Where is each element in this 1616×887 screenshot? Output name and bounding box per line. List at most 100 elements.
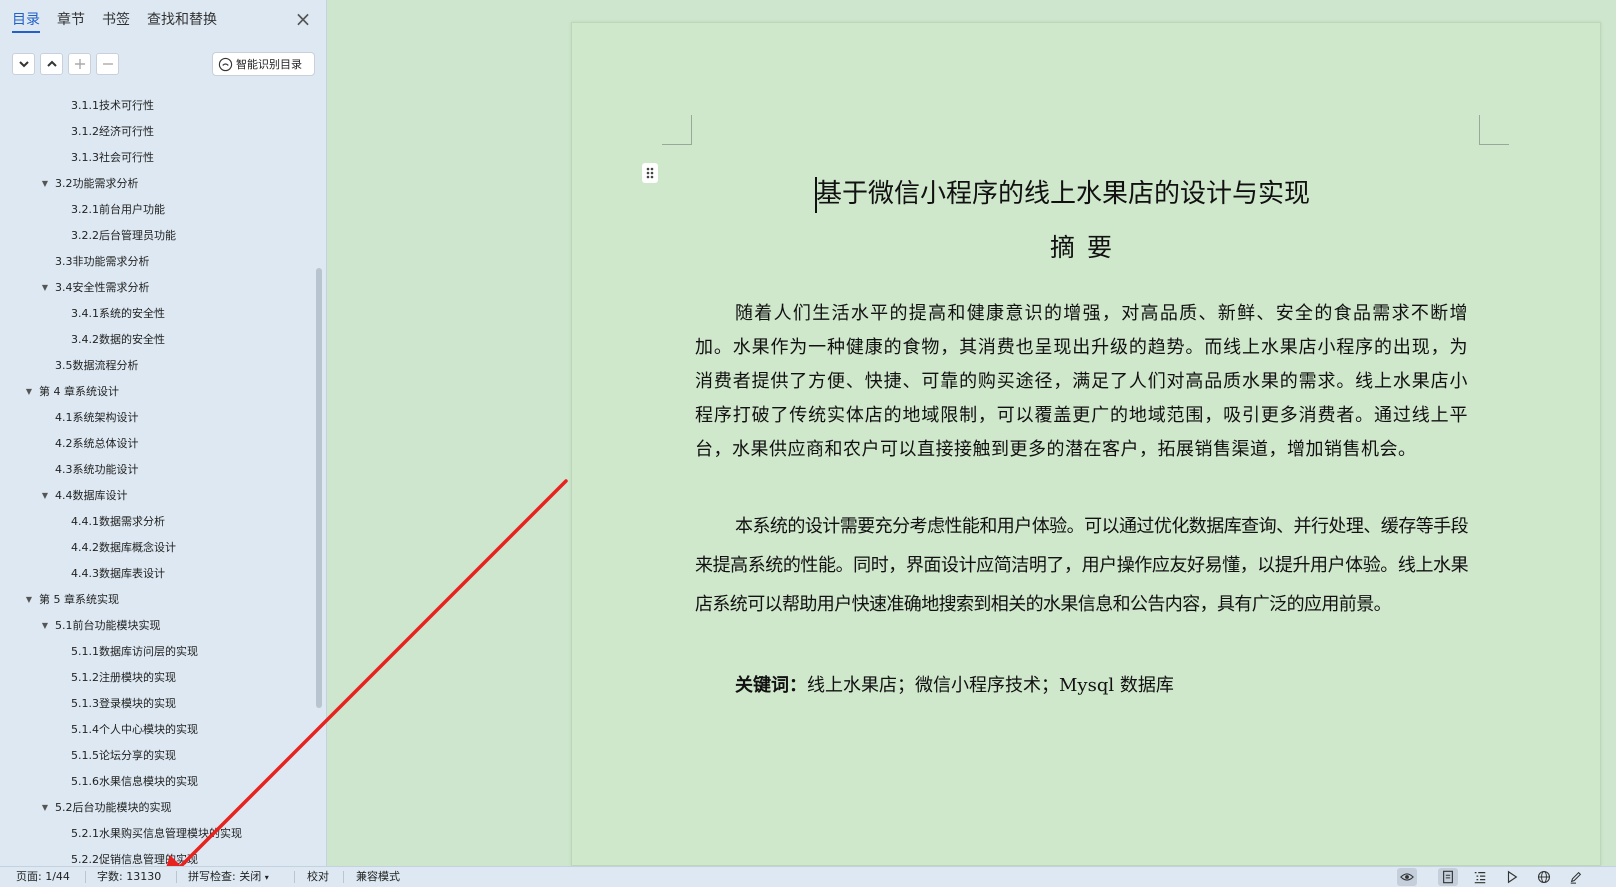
expand-caret-icon[interactable]: ▼ <box>40 483 50 509</box>
toc-item[interactable]: 3.1.1技术可行性 <box>0 93 316 119</box>
toc-item-label: 5.1.4个人中心模块的实现 <box>71 723 198 736</box>
toc-item[interactable]: 3.1.3社会可行性 <box>0 145 316 171</box>
expand-caret-icon[interactable]: ▼ <box>40 613 50 639</box>
toc-item-label: 4.4.2数据库概念设计 <box>71 541 176 554</box>
tab-sections[interactable]: 章节 <box>57 10 85 33</box>
toc-list: 3.1.1技术可行性 3.1.2经济可行性 3.1.3社会可行性 ▼ 3.2功能需求分析… <box>0 93 316 873</box>
toc-item-label: 4.1系统架构设计 <box>55 411 139 424</box>
toc-item[interactable]: 5.1.3登录模块的实现 <box>0 691 316 717</box>
toc-item-label: 5.1.1数据库访问层的实现 <box>71 645 198 658</box>
toc-item-label: 5.2.1水果购买信息管理模块的实现 <box>71 827 242 840</box>
proofread-button[interactable]: 校对 <box>307 867 329 887</box>
navigation-pane: 目录 章节 书签 查找和替换 × 智能识别目录 3.1.1技术可行性 3.1.2经… <box>0 0 327 866</box>
toc-item[interactable]: ▼ 5.1前台功能模块实现 <box>0 613 316 639</box>
margin-corner-top-right <box>1479 115 1509 145</box>
toc-item[interactable]: 4.1系统架构设计 <box>0 405 316 431</box>
toc-item-label: 3.5数据流程分析 <box>55 359 139 372</box>
toc-toolbar <box>12 53 124 75</box>
toc-item[interactable]: ▼ 4.4数据库设计 <box>0 483 316 509</box>
toc-item-label: 3.4安全性需求分析 <box>55 281 150 294</box>
toc-item[interactable]: 5.1.5论坛分享的实现 <box>0 743 316 769</box>
plus-icon <box>74 59 85 69</box>
toc-item[interactable]: 3.1.2经济可行性 <box>0 119 316 145</box>
expand-caret-icon[interactable]: ▼ <box>24 587 34 613</box>
toc-item[interactable]: 4.4.2数据库概念设计 <box>0 535 316 561</box>
document-title[interactable]: 基于微信小程序的线上水果店的设计与实现 <box>816 174 1336 214</box>
page-indicator[interactable]: 页面: 1/44 <box>16 867 70 887</box>
toc-item[interactable]: ▼ 第 4 章系统设计 <box>0 379 316 405</box>
toc-item-label: 3.1.1技术可行性 <box>71 99 154 112</box>
toc-item[interactable]: 5.1.4个人中心模块的实现 <box>0 717 316 743</box>
toc-item-label: 3.1.3社会可行性 <box>71 151 154 164</box>
nav-scrollbar[interactable] <box>316 90 322 860</box>
spell-check-label: 拼写检查: 关闭 <box>188 870 262 883</box>
expand-caret-icon[interactable]: ▼ <box>40 795 50 821</box>
toc-item[interactable]: 5.1.1数据库访问层的实现 <box>0 639 316 665</box>
nav-tabs: 目录 章节 书签 查找和替换 <box>12 10 234 36</box>
outline-view-icon[interactable] <box>1470 868 1490 886</box>
toc-item[interactable]: 3.2.2后台管理员功能 <box>0 223 316 249</box>
toc-item[interactable]: ▼ 3.4安全性需求分析 <box>0 275 316 301</box>
keywords-line[interactable]: 关键词：线上水果店；微信小程序技术；Mysql 数据库 <box>735 669 1174 703</box>
abstract-paragraph-1[interactable]: 随着人们生活水平的提高和健康意识的增强，对高品质、新鲜、安全的食品需求不断增加。… <box>695 297 1468 467</box>
margin-corner-top-left <box>662 115 692 145</box>
expand-all-button[interactable] <box>12 53 35 75</box>
toc-item-label: 5.1.6水果信息模块的实现 <box>71 775 198 788</box>
toc-item-label: 3.2功能需求分析 <box>55 177 139 190</box>
toc-item[interactable]: 3.5数据流程分析 <box>0 353 316 379</box>
expand-caret-icon[interactable]: ▼ <box>40 275 50 301</box>
expand-caret-icon[interactable]: ▼ <box>24 379 34 405</box>
toc-item[interactable]: 4.4.3数据库表设计 <box>0 561 316 587</box>
toc-item[interactable]: 4.3系统功能设计 <box>0 457 316 483</box>
toc-item[interactable]: ▼ 第 5 章系统实现 <box>0 587 316 613</box>
toc-item[interactable]: ▼ 5.2后台功能模块的实现 <box>0 795 316 821</box>
abstract-heading[interactable]: 摘要 <box>572 228 1602 268</box>
tab-find-replace[interactable]: 查找和替换 <box>147 10 217 33</box>
pen-icon[interactable] <box>1566 868 1586 886</box>
close-icon[interactable]: × <box>293 9 313 30</box>
nav-scrollbar-thumb[interactable] <box>316 268 322 708</box>
toc-item[interactable]: 5.1.2注册模块的实现 <box>0 665 316 691</box>
chevron-up-icon <box>46 60 57 67</box>
expand-caret-icon[interactable]: ▼ <box>40 171 50 197</box>
promote-level-button[interactable] <box>68 53 91 75</box>
toc-item-label: 3.1.2经济可行性 <box>71 125 154 138</box>
toc-item[interactable]: 4.4.1数据需求分析 <box>0 509 316 535</box>
spell-check-toggle[interactable]: 拼写检查: 关闭 ▾ <box>188 867 269 887</box>
smart-recognize-icon <box>218 57 233 71</box>
toc-item-label: 5.1.5论坛分享的实现 <box>71 749 176 762</box>
toc-item-label: 第 5 章系统实现 <box>39 593 119 606</box>
toc-item[interactable]: 5.2.1水果购买信息管理模块的实现 <box>0 821 316 847</box>
tab-bookmarks[interactable]: 书签 <box>102 10 130 33</box>
toc-item[interactable]: 4.2系统总体设计 <box>0 431 316 457</box>
toc-item[interactable]: 3.4.1系统的安全性 <box>0 301 316 327</box>
toc-item-label: 3.4.2数据的安全性 <box>71 333 165 346</box>
tab-toc[interactable]: 目录 <box>12 10 40 33</box>
smart-toc-label: 智能识别目录 <box>236 58 302 71</box>
toc-item[interactable]: ▼ 3.2功能需求分析 <box>0 171 316 197</box>
toc-item-label: 4.4.1数据需求分析 <box>71 515 165 528</box>
toc-item-label: 5.1前台功能模块实现 <box>55 619 161 632</box>
demote-level-button[interactable] <box>96 53 119 75</box>
drag-handle-icon[interactable] <box>642 163 658 183</box>
toc-item[interactable]: 3.3非功能需求分析 <box>0 249 316 275</box>
keywords-value: 线上水果店；微信小程序技术；Mysql 数据库 <box>807 675 1174 696</box>
play-icon[interactable] <box>1502 868 1522 886</box>
document-page[interactable]: 基于微信小程序的线上水果店的设计与实现 摘要 随着人们生活水平的提高和健康意识的… <box>571 22 1601 866</box>
word-count[interactable]: 字数: 13130 <box>97 867 161 887</box>
eye-icon[interactable] <box>1397 868 1417 886</box>
toc-item[interactable]: 3.4.2数据的安全性 <box>0 327 316 353</box>
abstract-paragraph-2[interactable]: 本系统的设计需要充分考虑性能和用户体验。可以通过优化数据库查询、并行处理、缓存等… <box>695 507 1469 624</box>
document-scrollbar[interactable] <box>1606 0 1616 866</box>
globe-icon[interactable] <box>1534 868 1554 886</box>
toc-item[interactable]: 5.1.6水果信息模块的实现 <box>0 769 316 795</box>
toc-item-label: 4.4.3数据库表设计 <box>71 567 165 580</box>
toc-item-label: 3.2.1前台用户功能 <box>71 203 165 216</box>
toc-item-label: 4.4数据库设计 <box>55 489 128 502</box>
keywords-label: 关键词： <box>735 675 807 696</box>
collapse-all-button[interactable] <box>40 53 63 75</box>
smart-toc-button[interactable]: 智能识别目录 <box>212 52 315 76</box>
status-separator <box>343 871 344 883</box>
page-view-icon[interactable] <box>1438 868 1458 886</box>
toc-item[interactable]: 3.2.1前台用户功能 <box>0 197 316 223</box>
